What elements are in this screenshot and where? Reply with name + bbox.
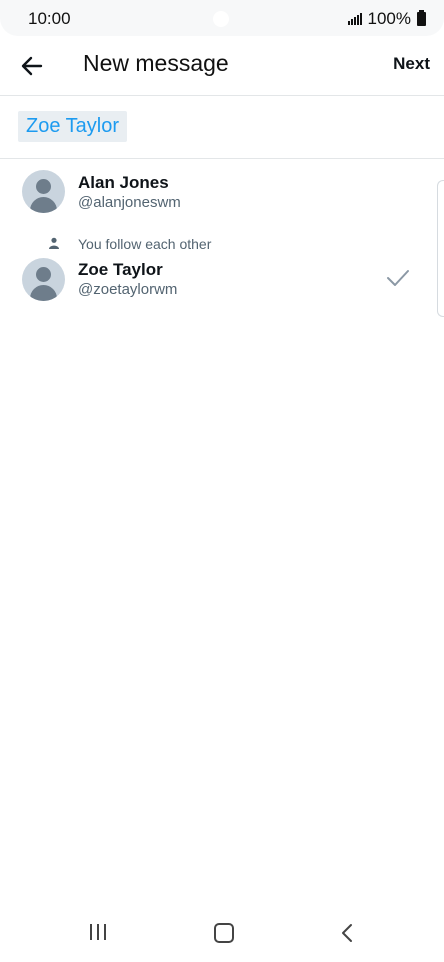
user-handle: @zoetaylorwm: [78, 281, 178, 298]
back-button[interactable]: [14, 48, 50, 84]
status-indicators: 100%: [347, 9, 426, 29]
list-item[interactable]: Alan Jones @alanjoneswm: [0, 160, 444, 222]
page-title: New message: [83, 50, 229, 76]
user-handle: @alanjoneswm: [78, 194, 181, 211]
person-icon: [49, 237, 59, 249]
recipients-field[interactable]: Zoe Taylor: [0, 96, 444, 159]
battery-icon: [417, 10, 426, 26]
home-button[interactable]: [214, 923, 234, 943]
avatar: [22, 170, 65, 213]
recipient-chip[interactable]: Zoe Taylor: [18, 111, 128, 142]
system-back-icon[interactable]: [340, 922, 354, 944]
back-arrow-icon: [21, 56, 43, 76]
follow-status: You follow each other: [78, 236, 212, 252]
recents-button[interactable]: [90, 924, 106, 940]
list-item[interactable]: You follow each other Zoe Taylor @zoetay…: [0, 230, 444, 310]
user-name: Alan Jones: [78, 173, 169, 192]
signal-icon: [347, 13, 362, 25]
header: New message Next: [0, 36, 444, 96]
system-nav-bar: [0, 906, 444, 962]
status-bar: 10:00 100%: [0, 0, 444, 36]
avatar: [22, 258, 65, 301]
next-button[interactable]: Next: [393, 54, 430, 74]
user-name: Zoe Taylor: [78, 260, 163, 279]
status-time: 10:00: [28, 9, 71, 28]
camera-cutout: [213, 11, 229, 27]
scrollbar[interactable]: [437, 180, 444, 317]
battery-percent: 100%: [367, 9, 411, 28]
check-icon: [387, 270, 409, 286]
